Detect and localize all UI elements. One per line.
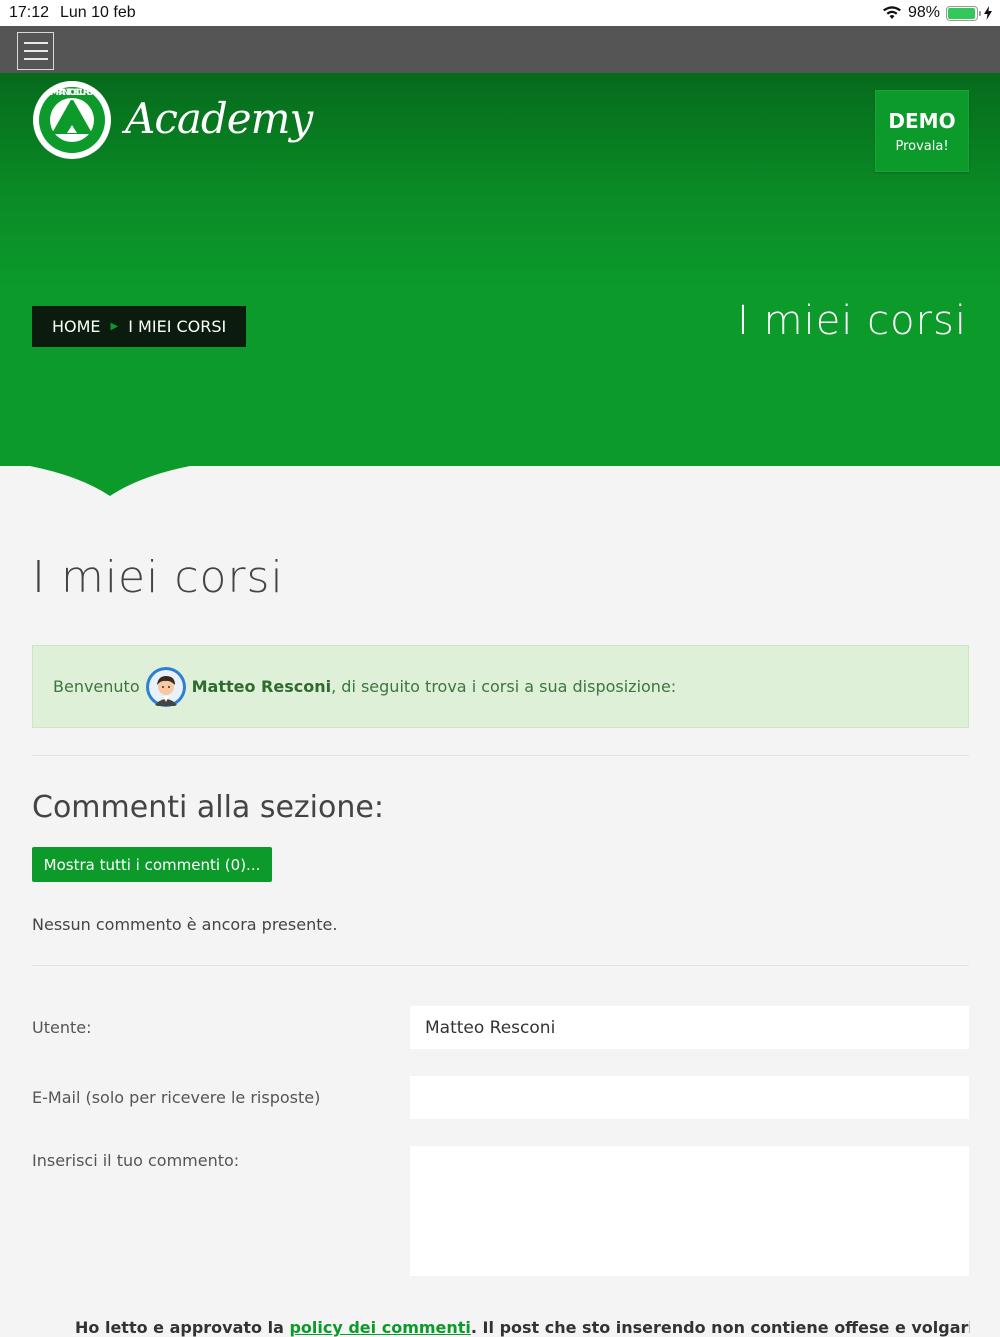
welcome-prefix: Benvenuto: [53, 677, 140, 696]
wifi-icon: [882, 6, 901, 19]
menu-button[interactable]: [17, 32, 54, 70]
battery-percent: 98%: [907, 4, 940, 21]
breadcrumb-current: I MIEI CORSI: [128, 317, 227, 336]
comment-textarea[interactable]: [410, 1146, 969, 1276]
show-all-comments-button[interactable]: Mostra tutti i commenti (0)...: [32, 847, 272, 882]
policy-link[interactable]: policy dei commenti: [289, 1318, 470, 1337]
top-nav-bar: [0, 26, 1000, 73]
battery-icon: [946, 5, 981, 21]
hero-notch: [30, 466, 190, 496]
menu-icon-line: [23, 50, 48, 52]
menu-icon-line: [23, 42, 48, 44]
status-time: 17:12: [9, 4, 50, 21]
demo-subtitle: Provala!: [895, 139, 949, 154]
user-field[interactable]: [410, 1006, 969, 1049]
policy-suffix: . Il post che sto inserendo non contiene…: [470, 1318, 970, 1337]
welcome-alert: Benvenuto Matteo Resconi , di seguito tr…: [32, 645, 969, 728]
policy-prefix: Ho letto e approvato la: [75, 1318, 290, 1337]
demo-title: DEMO: [888, 109, 956, 133]
status-right: 98%: [882, 4, 992, 22]
hero-title: I miei corsi: [737, 298, 967, 344]
no-comments-text: Nessun commento è ancora presente.: [32, 915, 338, 934]
status-bar: 17:12 Lun 10 feb 98%: [0, 0, 1000, 26]
divider: [32, 755, 969, 756]
charging-icon: [984, 6, 992, 20]
breadcrumb: HOME ▶ I MIEI CORSI: [32, 306, 247, 347]
brand-wordmark[interactable]: Academy: [125, 94, 313, 143]
demo-badge[interactable]: DEMO Provala!: [875, 90, 969, 172]
impianto-sicuro-logo[interactable]: IMPIANTO SICURO: [32, 80, 112, 160]
comment-label: Inserisci il tuo commento:: [32, 1151, 240, 1170]
chevron-right-icon: ▶: [110, 321, 119, 332]
avatar: [145, 666, 186, 707]
user-label: Utente:: [32, 1018, 92, 1037]
email-label: E-Mail (solo per ricevere le risposte): [32, 1088, 321, 1107]
welcome-user-name: Matteo Resconi: [191, 677, 332, 696]
email-field[interactable]: [410, 1076, 969, 1119]
breadcrumb-home[interactable]: HOME: [52, 317, 101, 336]
logo-text: IMPIANTO SICURO: [50, 88, 94, 98]
welcome-suffix: , di seguito trova i corsi a sua disposi…: [331, 677, 677, 696]
status-date: Lun 10 feb: [60, 4, 136, 21]
divider: [32, 965, 969, 966]
page-title: I miei corsi: [32, 552, 284, 603]
policy-consent-text: Ho letto e approvato la policy dei comme…: [75, 1318, 970, 1337]
menu-icon-line: [23, 58, 48, 60]
comments-title: Commenti alla sezione:: [32, 790, 384, 825]
